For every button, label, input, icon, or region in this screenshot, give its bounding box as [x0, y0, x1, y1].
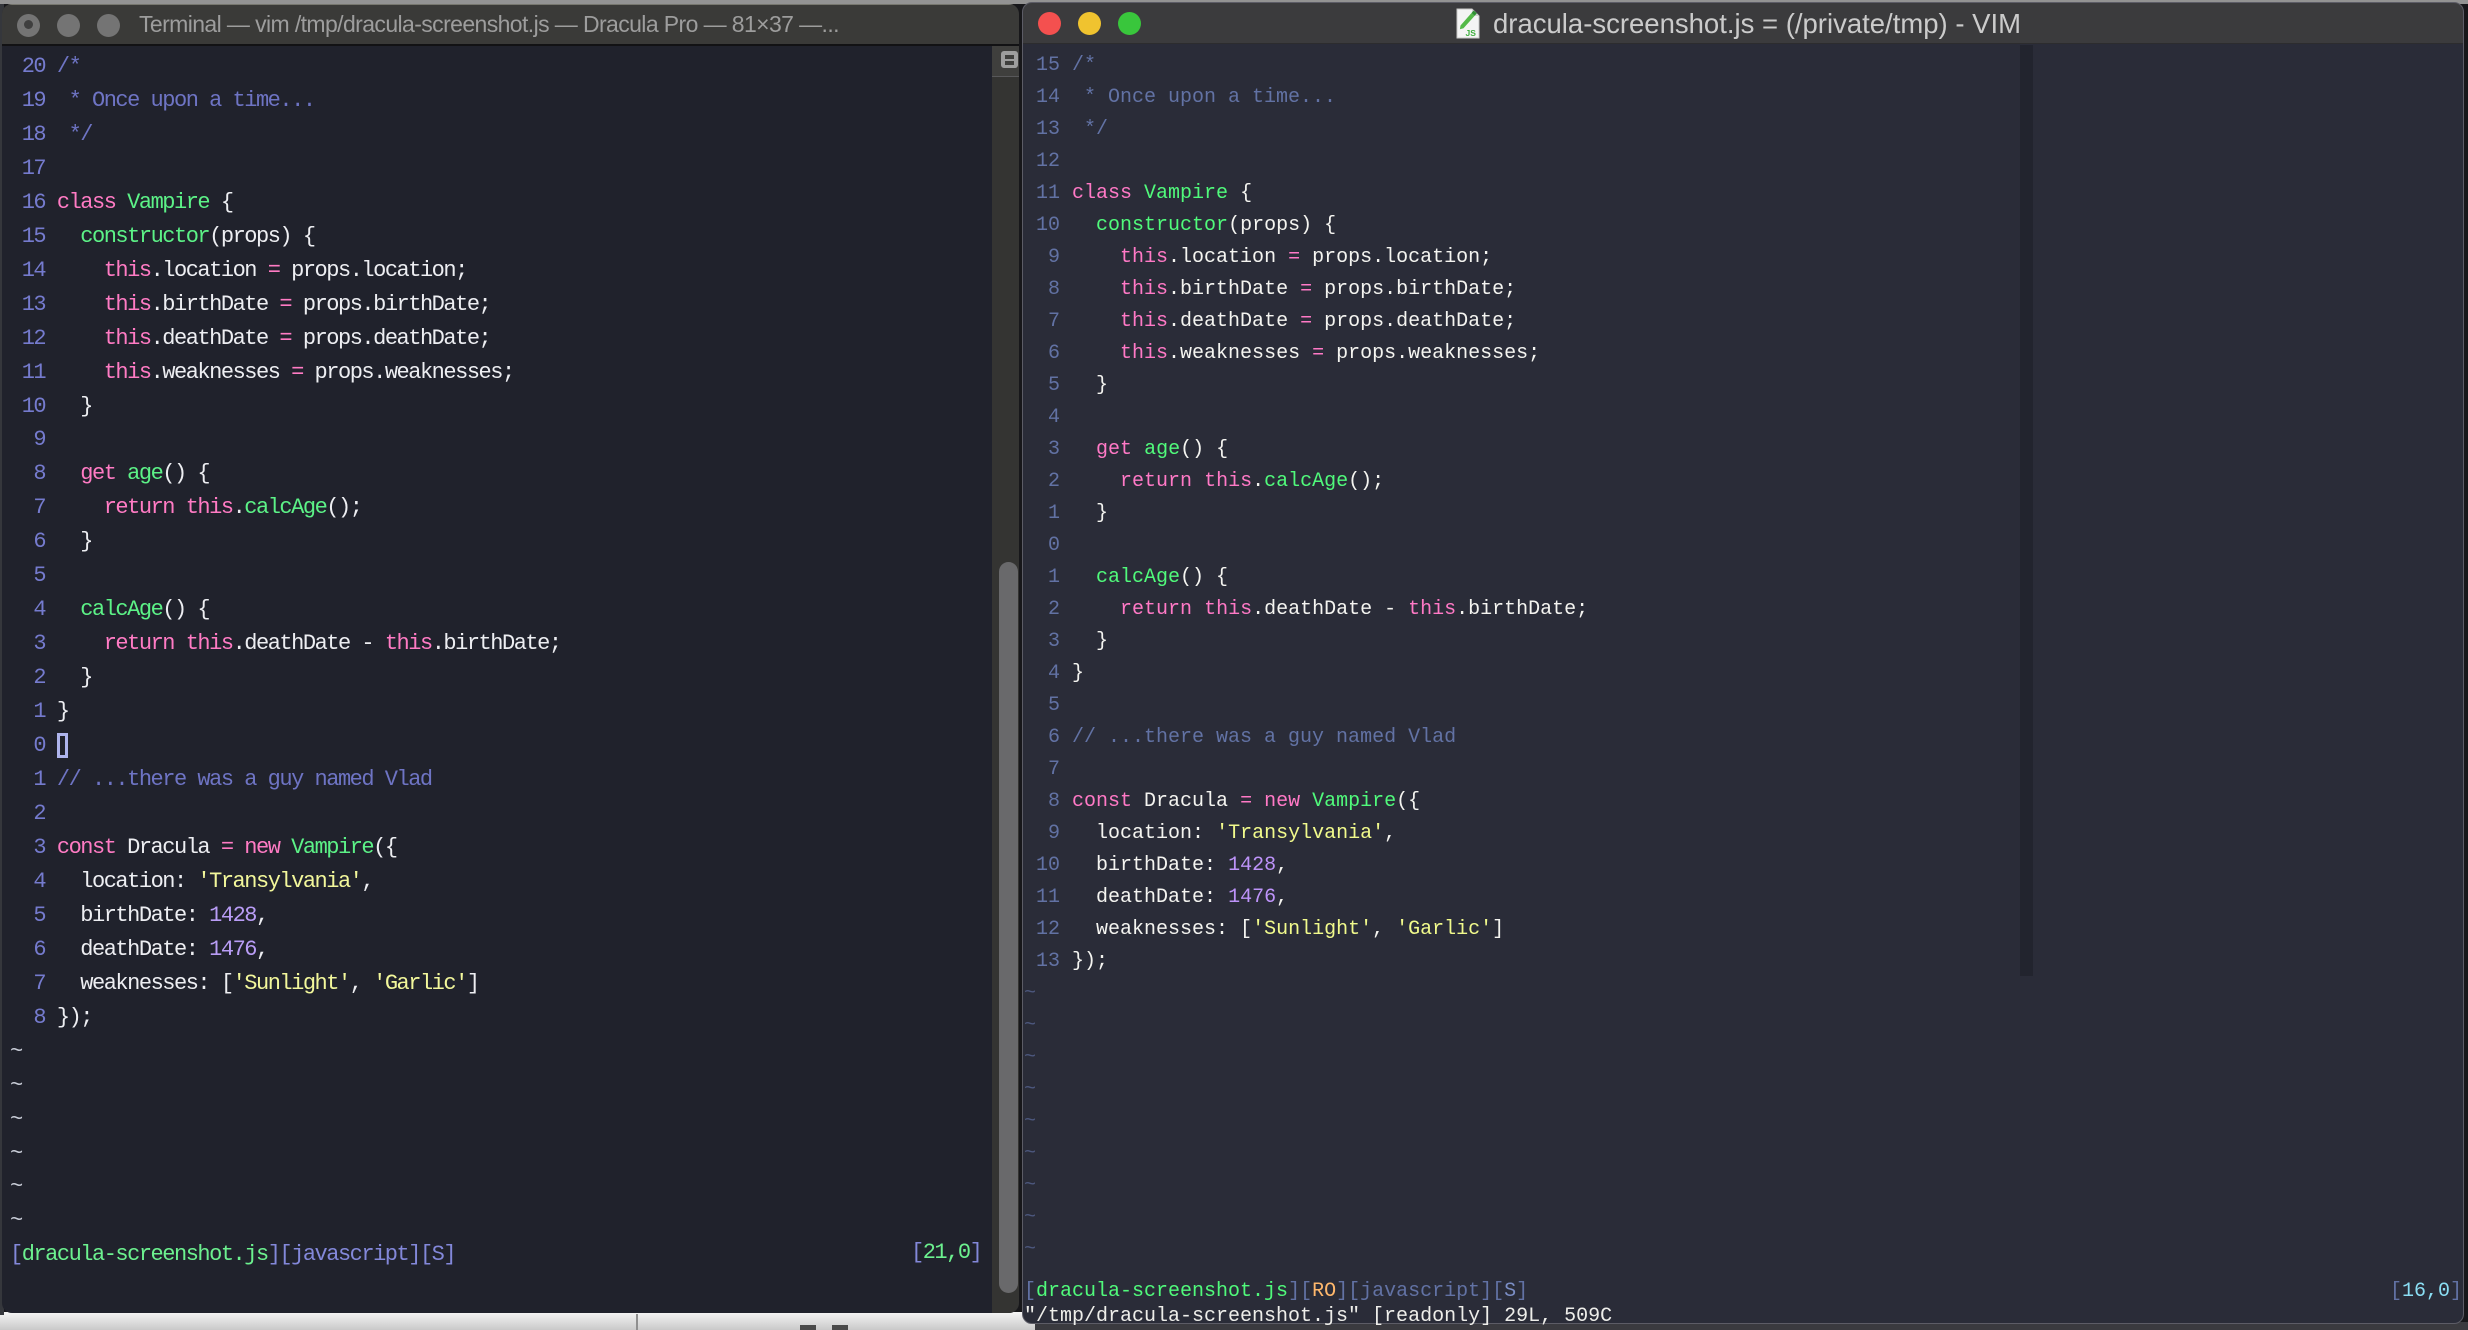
svg-text:JS: JS [1466, 28, 1477, 38]
